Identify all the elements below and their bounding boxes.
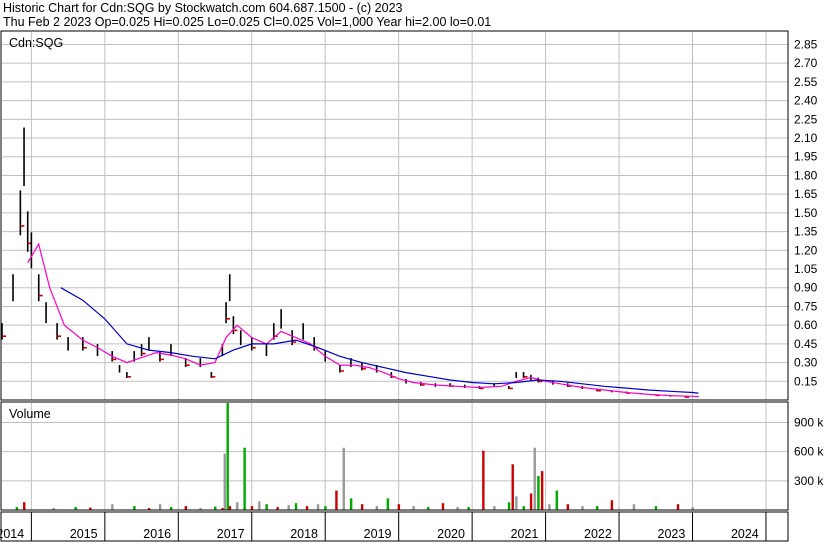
price-panel-border xyxy=(0,30,789,401)
price-tick-label: 0.15 xyxy=(794,374,818,388)
year-axis-ticks: 2014 2015 2016 2017 2018 2019 2020 2021 2022 2023… xyxy=(0,512,767,541)
volume-bar xyxy=(386,498,390,510)
volume-bar xyxy=(632,504,636,510)
volume-bar xyxy=(305,506,309,510)
volume-bar xyxy=(596,506,599,510)
volume-bar xyxy=(507,502,511,510)
volume-bar xyxy=(515,496,518,510)
volume-bar xyxy=(533,447,536,510)
volume-tick-label: 300 k xyxy=(794,474,824,488)
volume-panel-label: Volume xyxy=(9,407,51,421)
volume-bar xyxy=(555,490,559,510)
year-tick-label: 2023 xyxy=(658,527,686,541)
long-moving-average-line xyxy=(60,287,699,394)
year-tick-label: 2022 xyxy=(584,527,612,541)
volume-bar xyxy=(335,490,338,510)
volume-bar xyxy=(349,498,353,510)
price-tick-label: 0.45 xyxy=(794,337,818,351)
price-tick-label: 0.90 xyxy=(794,281,818,295)
volume-bar xyxy=(287,505,290,510)
volume-bar xyxy=(223,453,226,510)
price-tick-label: 0.75 xyxy=(794,299,818,313)
volume-bar xyxy=(522,506,525,510)
volume-bar xyxy=(482,450,485,510)
volume-bar xyxy=(654,506,658,510)
year-tick-label: 2018 xyxy=(290,527,318,541)
short-moving-average-line xyxy=(27,242,699,398)
volume-grid xyxy=(2,421,788,482)
price-tick-label: 2.55 xyxy=(794,75,818,89)
volume-bar xyxy=(493,506,496,510)
volume-bar xyxy=(184,506,188,510)
volume-bar xyxy=(258,501,261,510)
volume-bar xyxy=(111,504,114,510)
price-tick-label: 1.50 xyxy=(794,206,818,220)
volume-bars xyxy=(15,403,694,510)
volume-bar xyxy=(228,506,232,510)
volume-bar xyxy=(540,471,544,510)
volume-bar xyxy=(23,502,26,510)
volume-bar xyxy=(236,502,239,510)
price-tick-label: 1.05 xyxy=(794,262,818,276)
price-tick-label: 2.25 xyxy=(794,112,818,126)
price-tick-label: 2.70 xyxy=(794,56,818,70)
volume-bar xyxy=(324,506,327,510)
volume-bar xyxy=(316,504,320,510)
year-tick-label: 2014 xyxy=(0,527,24,541)
price-tick-label: 1.95 xyxy=(794,150,818,164)
price-tick-label: 0.60 xyxy=(794,318,818,332)
price-tick-label: 2.85 xyxy=(794,37,818,51)
price-tick-label: 1.65 xyxy=(794,187,818,201)
stock-chart: 0.15 0.30 0.45 0.60 0.75 0.90 1.05 1.20 1.35 1.50… xyxy=(0,30,824,542)
volume-bar xyxy=(581,506,584,510)
volume-bar xyxy=(265,504,268,510)
volume-bar xyxy=(511,464,514,510)
volume-tick-label: 900 k xyxy=(794,415,824,429)
volume-bar xyxy=(250,506,254,510)
price-tick-label: 2.40 xyxy=(794,94,818,108)
volume-bar xyxy=(412,506,415,510)
volume-bar xyxy=(294,503,298,510)
volume-panel-border xyxy=(0,401,789,511)
volume-bar xyxy=(610,500,614,510)
price-tick-label: 1.20 xyxy=(794,243,818,257)
volume-axis-ticks: 300 k 600 k 900 k xyxy=(794,415,824,487)
price-bars xyxy=(1,127,700,398)
volume-bar xyxy=(243,447,246,510)
volume-bar xyxy=(342,447,345,510)
year-tick-label: 2015 xyxy=(70,527,98,541)
price-grid xyxy=(2,32,788,510)
price-tick-label: 0.30 xyxy=(794,356,818,370)
volume-bar xyxy=(375,506,379,510)
volume-bar xyxy=(158,504,162,510)
volume-bar xyxy=(441,503,445,510)
price-tick-label: 1.35 xyxy=(794,225,818,239)
price-axis-ticks: 0.15 0.30 0.45 0.60 0.75 0.90 1.05 1.20 1.35 1.50… xyxy=(794,37,818,388)
moving-averages xyxy=(27,242,699,398)
volume-bar xyxy=(397,504,401,510)
year-tick-label: 2017 xyxy=(217,527,245,541)
year-tick-label: 2016 xyxy=(143,527,171,541)
year-tick-label: 2019 xyxy=(364,527,392,541)
volume-bar xyxy=(548,504,551,510)
volume-bar xyxy=(566,504,570,510)
volume-bar xyxy=(676,504,680,510)
volume-bar xyxy=(360,504,364,510)
volume-bar xyxy=(537,475,540,510)
price-panel-label: Cdn:SQG xyxy=(9,36,63,50)
year-tick-label: 2020 xyxy=(437,527,465,541)
volume-bar xyxy=(226,403,229,510)
year-tick-label: 2021 xyxy=(511,527,539,541)
volume-tick-label: 600 k xyxy=(794,445,824,459)
volume-bar xyxy=(133,506,136,510)
year-tick-label: 2024 xyxy=(731,527,759,541)
volume-bar xyxy=(214,506,217,510)
price-tick-label: 2.10 xyxy=(794,131,818,145)
price-tick-label: 1.80 xyxy=(794,168,818,182)
volume-bar xyxy=(529,493,533,510)
